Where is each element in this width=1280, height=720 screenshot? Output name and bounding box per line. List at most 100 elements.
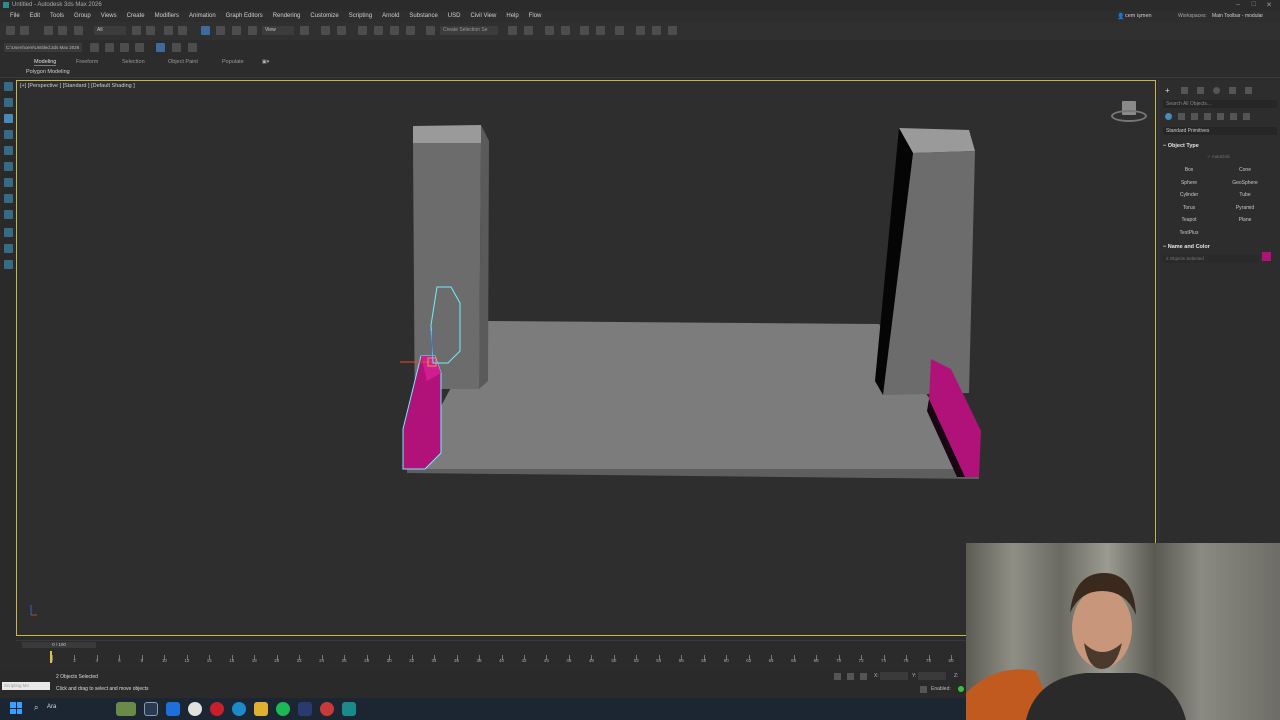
menu-item-customize[interactable]: Customize <box>306 13 344 19</box>
object-color-swatch[interactable] <box>1262 252 1271 261</box>
display-children-icon[interactable] <box>4 130 13 139</box>
select-by-name-icon[interactable] <box>146 26 155 35</box>
select-place-icon[interactable] <box>248 26 257 35</box>
material-editor-icon[interactable] <box>615 26 624 35</box>
snaps-toggle-icon[interactable] <box>358 26 367 35</box>
project-folder-icon[interactable] <box>135 43 144 52</box>
viewcube-ring[interactable] <box>1111 110 1147 122</box>
rendered-frame-window-icon[interactable] <box>652 26 661 35</box>
autogrid-checkbox[interactable]: ✓ AutoGrid <box>1207 154 1230 160</box>
mirror-icon[interactable] <box>508 26 517 35</box>
cameras-icon[interactable] <box>1204 113 1211 120</box>
tab-modeling[interactable]: Modeling <box>34 59 57 66</box>
enabled-indicator-icon[interactable] <box>958 686 964 692</box>
open-file-icon[interactable] <box>105 43 114 52</box>
edge-browser-icon[interactable] <box>166 702 180 716</box>
hierarchy-tab-icon[interactable] <box>1197 87 1204 94</box>
widgets-icon[interactable] <box>116 702 136 716</box>
display-dependencies-icon[interactable] <box>4 162 13 171</box>
menu-item-tools[interactable]: Tools <box>46 13 70 19</box>
display-none-icon[interactable] <box>4 114 13 123</box>
helper-filter-icon[interactable] <box>4 260 13 269</box>
absolute-mode-icon[interactable] <box>860 673 867 680</box>
tube-button[interactable]: Tube <box>1219 192 1271 198</box>
shapes-icon[interactable] <box>1178 113 1185 120</box>
sphere-button[interactable]: Sphere <box>1163 180 1215 186</box>
isolate-icon[interactable] <box>834 673 841 680</box>
cylinder-button[interactable]: Cylinder <box>1163 192 1215 198</box>
timeline[interactable]: 0 / 100 0 2 4 6 8 10 12 14 16 18 20 22 24 26 28 30 32 34 3… <box>16 640 966 670</box>
menu-item-usd[interactable]: USD <box>444 13 467 19</box>
redo-icon[interactable] <box>20 26 29 35</box>
tab-object-paint[interactable]: Object Paint <box>168 59 198 65</box>
render-setup-icon[interactable] <box>636 26 645 35</box>
menu-item-flow[interactable]: Flow <box>525 13 548 19</box>
named-selection-sets-dropdown[interactable]: Create Selection Se <box>440 26 498 35</box>
ribbon-options-icon[interactable]: ▣▾ <box>262 59 269 65</box>
name-and-color-rollout[interactable]: − Name and Color <box>1163 244 1277 250</box>
link-icon[interactable] <box>44 26 53 35</box>
time-cursor[interactable] <box>50 651 52 663</box>
tab-selection[interactable]: Selection <box>122 59 145 65</box>
adaptive-degradation-icon[interactable] <box>920 686 927 693</box>
object-search-field[interactable]: Search All Objects... <box>1163 100 1277 108</box>
x-coord-field[interactable] <box>880 672 908 680</box>
helpers-icon[interactable] <box>1217 113 1224 120</box>
y-coord-field[interactable] <box>918 672 946 680</box>
taskbar-search-label[interactable]: Ara <box>47 704 56 710</box>
lock-selection-icon[interactable] <box>847 673 854 680</box>
menu-item-group[interactable]: Group <box>70 13 97 19</box>
rectangle-selection-icon[interactable] <box>164 26 173 35</box>
tab-freeform[interactable]: Freeform <box>76 59 98 65</box>
select-move-icon[interactable] <box>201 26 210 35</box>
space-warps-icon[interactable] <box>1230 113 1237 120</box>
create-tab-icon[interactable]: + <box>1165 86 1170 95</box>
project-path-field[interactable]: C:\Users\cem\Untitled.3ds Max 2026 <box>4 43 82 52</box>
box-button[interactable]: Box <box>1163 167 1215 173</box>
menu-item-civil-view[interactable]: Civil View <box>466 13 502 19</box>
search-icon[interactable]: ⌕ <box>34 703 38 713</box>
curve-editor-icon[interactable] <box>580 26 589 35</box>
viewcube[interactable] <box>1111 101 1147 125</box>
modify-tab-icon[interactable] <box>1181 87 1188 94</box>
menu-item-arnold[interactable]: Arnold <box>378 13 405 19</box>
select-rotate-icon[interactable] <box>216 26 225 35</box>
undo-icon[interactable] <box>6 26 15 35</box>
teapot-button[interactable]: Teapot <box>1163 217 1215 223</box>
bind-spacewarp-icon[interactable] <box>74 26 83 35</box>
save-file-icon[interactable] <box>120 43 129 52</box>
category-dropdown[interactable]: Standard Primitives <box>1163 127 1277 135</box>
edit-named-selection-icon[interactable] <box>426 26 435 35</box>
menu-item-modifiers[interactable]: Modifiers <box>151 13 185 19</box>
isolate-selection-icon[interactable] <box>156 43 165 52</box>
systems-icon[interactable] <box>1243 113 1250 120</box>
maxscript-listener[interactable]: Scripting Mo <box>2 682 50 690</box>
shape-filter-icon[interactable] <box>4 210 13 219</box>
scene-explorer-icon[interactable] <box>545 26 554 35</box>
plane-button[interactable]: Plane <box>1219 217 1271 223</box>
windows-start-icon[interactable] <box>10 702 22 714</box>
cone-button[interactable]: Cone <box>1219 167 1271 173</box>
new-scene-icon[interactable] <box>90 43 99 52</box>
menu-item-help[interactable]: Help <box>502 13 524 19</box>
motion-tab-icon[interactable] <box>1213 87 1220 94</box>
object-name-field[interactable]: 2 Objects Selected <box>1163 255 1259 263</box>
render-production-icon[interactable] <box>668 26 677 35</box>
select-object-icon[interactable] <box>132 26 141 35</box>
align-icon[interactable] <box>524 26 533 35</box>
sort-icon[interactable] <box>4 178 13 187</box>
textplus-button[interactable]: TextPlus <box>1163 230 1215 236</box>
utilities-tab-icon[interactable] <box>1245 87 1252 94</box>
reference-coordinate-dropdown[interactable]: View <box>262 26 294 35</box>
scene-explorer-side-icon[interactable] <box>4 82 13 91</box>
task-view-icon[interactable] <box>144 702 158 716</box>
3dsmax-taskbar-icon[interactable] <box>342 702 356 716</box>
object-type-rollout[interactable]: − Object Type <box>1163 143 1277 149</box>
preview-icon[interactable] <box>172 43 181 52</box>
unlink-icon[interactable] <box>58 26 67 35</box>
menu-item-create[interactable]: Create <box>123 13 151 19</box>
screen-recorder-icon[interactable] <box>320 702 334 716</box>
pivot-center-icon[interactable] <box>300 26 309 35</box>
percent-snap-icon[interactable] <box>390 26 399 35</box>
menu-item-scripting[interactable]: Scripting <box>345 13 378 19</box>
